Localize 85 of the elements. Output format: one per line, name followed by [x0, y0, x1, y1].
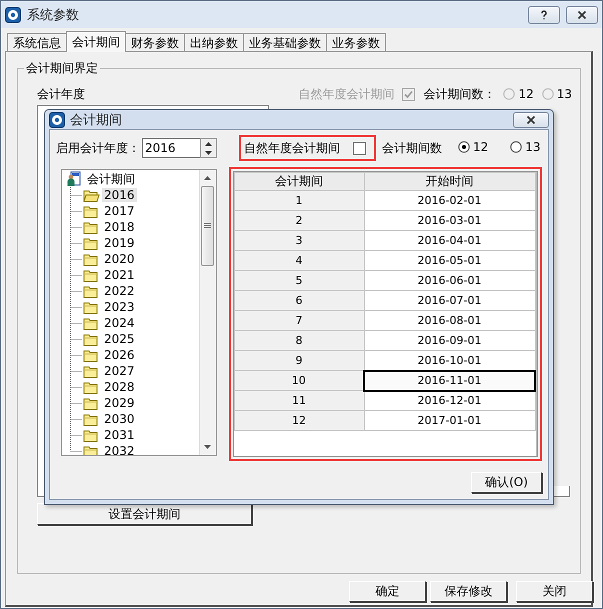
year-field[interactable]: 2016	[142, 138, 200, 158]
help-icon	[539, 10, 549, 20]
radio-icon	[510, 141, 522, 153]
window-title: 系统参数	[27, 6, 80, 24]
table-cell[interactable]: 2016-03-01	[364, 210, 535, 230]
table-cell: 6	[234, 290, 364, 310]
checkbox-label: 自然年度会计期间	[298, 86, 394, 102]
radio-button[interactable]: 13	[510, 140, 541, 154]
tree-item[interactable]: 2023	[102, 300, 137, 314]
field-label: 会计期间数：	[423, 86, 496, 102]
table-cell[interactable]: 2016-10-01	[364, 350, 535, 370]
radio-button[interactable]: 12	[458, 140, 488, 154]
table-cell: 2	[234, 210, 364, 230]
tree-item[interactable]: 2029	[102, 396, 137, 410]
tree-item[interactable]: 2020	[102, 252, 137, 266]
tree-item[interactable]: 2017	[102, 204, 137, 218]
table-cell[interactable]: 2016-04-01	[364, 230, 535, 250]
field-label: 会计年度	[37, 86, 86, 102]
spin-button[interactable]	[200, 138, 217, 158]
field-label: 启用会计年度：	[56, 140, 140, 156]
app-icon	[5, 6, 21, 22]
tree-item[interactable]: 2022	[102, 284, 137, 298]
close-button[interactable]	[566, 6, 598, 24]
radio-icon	[503, 88, 516, 100]
down-arrow-icon	[205, 150, 212, 154]
close-icon	[526, 114, 536, 124]
set-period-button[interactable]: 设置会计期间	[37, 503, 252, 525]
table-cell[interactable]: 2016-02-01	[364, 190, 535, 210]
table-cell: 12	[234, 410, 364, 430]
tree-item[interactable]: 2016	[102, 188, 137, 202]
tab[interactable]: 业务基础参数	[243, 33, 327, 51]
table-cell[interactable]: 2016-05-01	[364, 250, 535, 270]
app-icon	[49, 112, 65, 128]
table-cell: 8	[234, 330, 364, 350]
table-cell[interactable]: 2016-08-01	[364, 310, 535, 330]
radio-icon	[458, 141, 470, 153]
table-cell: 7	[234, 310, 364, 330]
table-cell: 11	[234, 390, 364, 410]
table-cell[interactable]: 2016-07-01	[364, 290, 535, 310]
table-cell: 1	[234, 190, 364, 210]
table-cell: 3	[234, 230, 364, 250]
tab[interactable]: 业务参数	[326, 33, 386, 51]
scrollbar[interactable]	[198, 170, 216, 455]
tree-item[interactable]: 2024	[102, 316, 137, 330]
tab[interactable]: 会计期间	[66, 31, 126, 52]
checkbox-label: 自然年度会计期间	[244, 140, 340, 156]
table-cell: 4	[234, 250, 364, 270]
tree-item[interactable]: 2025	[102, 332, 137, 346]
tree-item[interactable]: 2021	[102, 268, 137, 282]
tree-item[interactable]: 2031	[102, 428, 137, 442]
tab[interactable]: 系统信息	[7, 33, 67, 51]
field-label: 会计期间数	[382, 140, 442, 156]
dialog-button[interactable]: 保存修改	[430, 581, 507, 602]
table-cell: 5	[234, 270, 364, 290]
dialog-button[interactable]: 确定	[349, 581, 426, 602]
tree-item[interactable]: 2019	[102, 236, 137, 250]
table-cell[interactable]: 2017-01-01	[364, 410, 535, 430]
dialog-title: 会计期间	[70, 112, 123, 128]
table-cell: 9	[234, 350, 364, 370]
table-cell: 10	[234, 370, 364, 390]
tree-item[interactable]: 2027	[102, 364, 137, 378]
tree-item[interactable]: 2028	[102, 380, 137, 394]
tree-item[interactable]: 会计期间	[85, 170, 137, 188]
tree-item[interactable]: 2032	[102, 444, 137, 455]
up-arrow-icon	[205, 142, 212, 146]
group-title: 会计期间界定	[24, 60, 100, 77]
help-button[interactable]	[528, 6, 560, 24]
checkbox[interactable]	[353, 142, 366, 154]
confirm-button[interactable]: 确认(O)	[471, 472, 542, 493]
column-header[interactable]: 开始时间	[364, 172, 535, 190]
grip-icon	[204, 223, 211, 229]
column-header[interactable]: 会计期间	[234, 172, 364, 190]
tab[interactable]: 出纳参数	[184, 33, 244, 51]
radio-icon	[542, 88, 554, 100]
table-cell[interactable]: 2016-06-01	[364, 270, 535, 290]
scroll-thumb[interactable]	[201, 186, 214, 266]
table-cell[interactable]: 2016-09-01	[364, 330, 535, 350]
tree-item[interactable]: 2030	[102, 412, 137, 426]
tab[interactable]: 财务参数	[125, 33, 185, 51]
tree-item[interactable]: 2026	[102, 348, 137, 362]
close-icon	[577, 10, 587, 20]
table-cell[interactable]: 2016-11-01	[364, 370, 535, 390]
dialog-button[interactable]: 关闭	[516, 581, 593, 602]
close-button[interactable]	[513, 112, 549, 128]
tree-item[interactable]: 2018	[102, 220, 137, 234]
